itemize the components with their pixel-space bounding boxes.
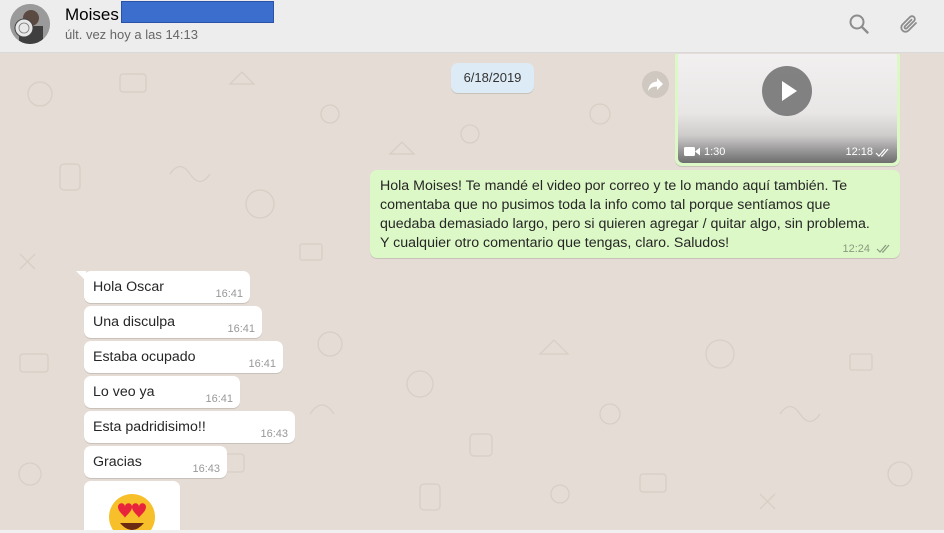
message-text: Hola Moises! Te mandé el video por corre… <box>380 178 870 251</box>
video-thumbnail[interactable]: 1:30 12:18 <box>678 54 897 163</box>
message-time: 16:41 <box>227 323 255 335</box>
incoming-message[interactable]: Una disculpa 16:41 <box>84 306 262 338</box>
contact-name[interactable]: Moises <box>65 5 119 25</box>
video-duration: 1:30 <box>704 146 726 158</box>
message-time: 16:43 <box>260 428 288 440</box>
video-camera-icon <box>684 147 700 156</box>
message-time: 12:24 <box>842 243 870 255</box>
emoji-message[interactable] <box>84 481 180 530</box>
message-time: 12:18 <box>845 146 873 158</box>
redaction-box <box>121 1 274 23</box>
message-time: 16:43 <box>192 463 220 475</box>
attach-icon[interactable] <box>897 12 921 36</box>
incoming-message[interactable]: Lo veo ya 16:41 <box>84 376 240 408</box>
message-text: Una disculpa <box>93 314 176 330</box>
incoming-message[interactable]: Esta padridisimo!! 16:43 <box>84 411 295 443</box>
incoming-message[interactable]: Estaba ocupado 16:41 <box>84 341 283 373</box>
double-check-icon <box>875 148 889 157</box>
message-text: Estaba ocupado <box>93 349 196 365</box>
message-text: Esta padridisimo!! <box>93 419 206 435</box>
play-button[interactable] <box>762 66 812 116</box>
message-time: 16:41 <box>215 288 243 300</box>
search-icon[interactable] <box>847 12 871 36</box>
forward-icon <box>648 78 663 91</box>
last-seen-status: últ. vez hoy a las 14:13 <box>65 27 198 42</box>
chat-pane: 6/18/2019 1:30 12:18 Hola Moises! Te man… <box>0 54 944 530</box>
chat-header: Moises últ. vez hoy a las 14:13 <box>0 0 944 53</box>
message-time: 16:41 <box>205 393 233 405</box>
incoming-message[interactable]: Hola Oscar 16:41 <box>84 271 250 303</box>
video-message[interactable]: 1:30 12:18 <box>675 54 900 166</box>
double-check-icon <box>876 244 890 253</box>
contact-avatar[interactable] <box>10 4 50 44</box>
incoming-message[interactable]: Gracias 16:43 <box>84 446 227 478</box>
outgoing-message[interactable]: Hola Moises! Te mandé el video por corre… <box>370 170 900 258</box>
message-text: Gracias <box>93 454 142 470</box>
heart-eyes-emoji-icon <box>109 494 155 530</box>
forward-button[interactable] <box>642 71 669 98</box>
message-text: Hola Oscar <box>93 279 164 295</box>
message-time: 16:41 <box>248 358 276 370</box>
play-icon <box>782 81 797 101</box>
message-text: Lo veo ya <box>93 384 155 400</box>
date-separator: 6/18/2019 <box>451 63 534 93</box>
